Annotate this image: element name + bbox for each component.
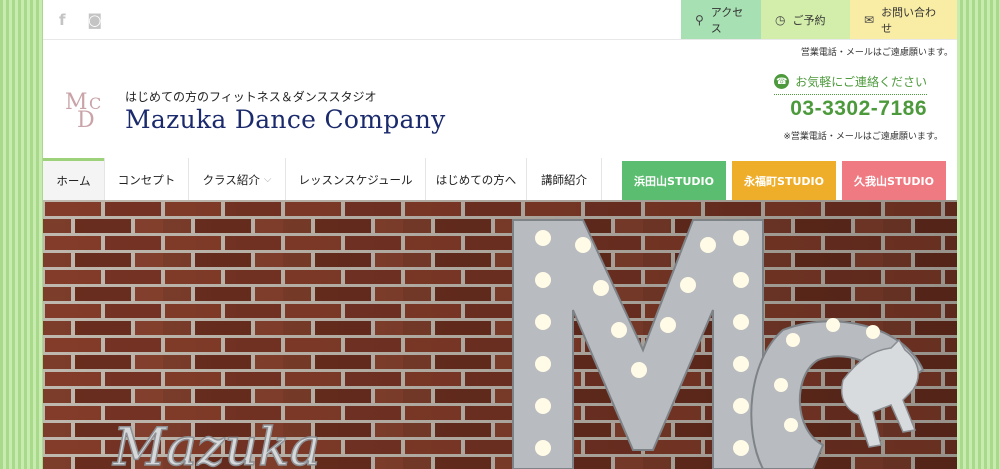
top-bar: f ◙ ⚲ アクセス ◷ ご予約 ✉ お問い合わせ — [43, 0, 957, 40]
contact-heading: ☎ お気軽にご連絡ください — [774, 73, 927, 95]
phone-icon: ☎ — [774, 74, 790, 89]
brick-wall-photo: Mazuka — [43, 200, 957, 469]
logo-mark[interactable]: M D C — [65, 90, 107, 133]
top-links: ⚲ アクセス ◷ ご予約 ✉ お問い合わせ — [681, 0, 957, 39]
contact-heading-text: お気軽にご連絡ください — [795, 75, 927, 89]
studio-button-hamadayama[interactable]: 浜田山STUDIO — [622, 161, 726, 201]
top-note: 営業電話・メールはご遠慮願います。 — [800, 48, 953, 58]
page: f ◙ ⚲ アクセス ◷ ご予約 ✉ お問い合わせ 営業電話・メールはご遠慮願い… — [43, 0, 957, 469]
contact-link[interactable]: ✉ お問い合わせ — [850, 0, 957, 39]
social-links: f ◙ — [59, 11, 102, 29]
facebook-icon[interactable]: f — [59, 11, 66, 29]
map-pin-icon: ⚲ — [695, 12, 704, 27]
instagram-icon[interactable]: ◙ — [88, 11, 103, 29]
nav-item-schedule[interactable]: レッスンスケジュール — [285, 158, 425, 200]
studio-button-kugayama[interactable]: 久我山STUDIO — [842, 161, 946, 201]
clock-icon: ◷ — [775, 12, 786, 27]
studio-buttons: 浜田山STUDIO 永福町STUDIO 久我山STUDIO — [622, 161, 946, 201]
contact-link-label: お問い合わせ — [881, 5, 937, 35]
access-label: アクセス — [710, 5, 744, 35]
nav-item-classes-label: クラス紹介 — [202, 172, 260, 187]
hero-sign-text: Mazuka — [112, 418, 321, 469]
main-nav: ホーム コンセプト クラス紹介 ⌵ レッスンスケジュール はじめての方へ 講師紹… — [43, 158, 957, 201]
reservation-link[interactable]: ◷ ご予約 — [761, 0, 850, 39]
reservation-label: ご予約 — [792, 13, 826, 27]
tagline: はじめての方のフィットネス＆ダンススタジオ — [125, 90, 377, 104]
access-link[interactable]: ⚲ アクセス — [681, 0, 761, 39]
logo-letter-c: C — [89, 94, 102, 113]
nav-item-home[interactable]: ホーム — [43, 158, 104, 200]
hero-image: Mazuka — [43, 200, 957, 469]
mail-icon: ✉ — [864, 12, 875, 27]
nav-item-instructors[interactable]: 講師紹介 — [526, 158, 602, 200]
nav-item-concept[interactable]: コンセプト — [104, 158, 188, 200]
nav-item-classes[interactable]: クラス紹介 ⌵ — [188, 158, 285, 200]
phone-note: ※営業電話・メールはご遠慮願います。 — [783, 132, 943, 142]
phone-number[interactable]: 03-3302-7186 — [790, 97, 927, 121]
chevron-down-icon: ⌵ — [263, 174, 272, 185]
studio-button-eifukucho[interactable]: 永福町STUDIO — [732, 161, 836, 201]
brand-name[interactable]: Mazuka Dance Company — [125, 105, 446, 134]
nav-item-first-timers[interactable]: はじめての方へ — [425, 158, 526, 200]
